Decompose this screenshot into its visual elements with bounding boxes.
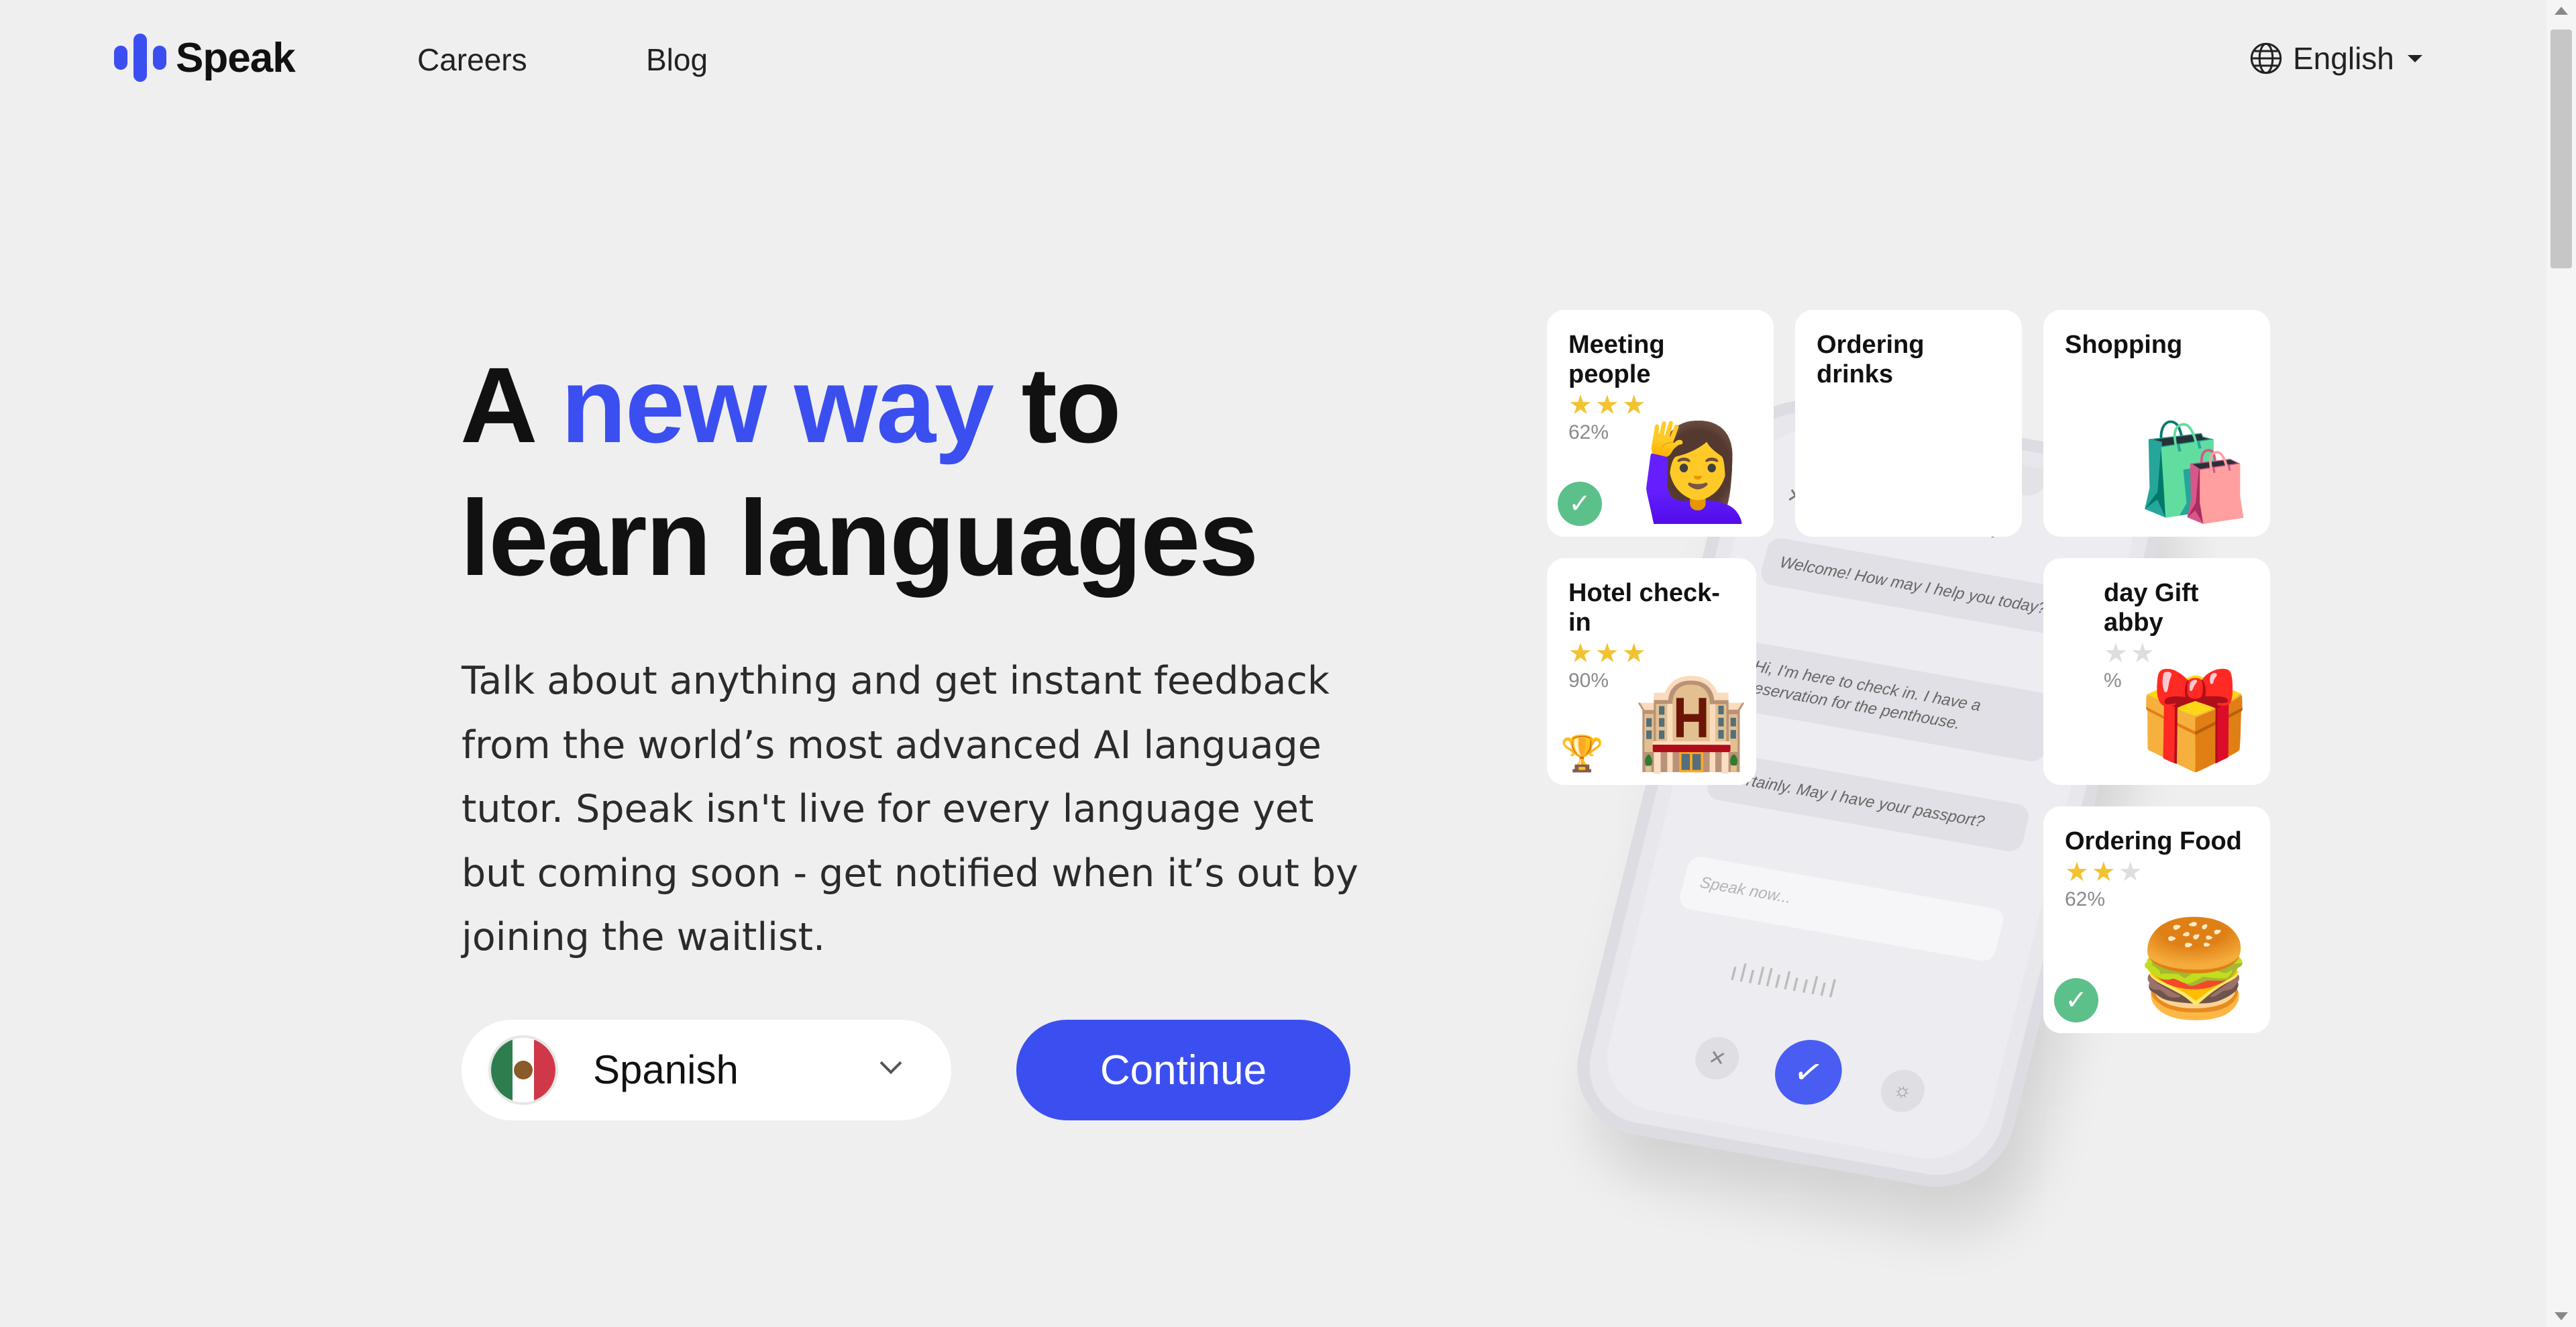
star-rating: ★ ★ ★ [1568, 390, 1646, 420]
waveform-icon: ılıllılıılıl [1727, 957, 1841, 1004]
hint-bulb-icon: ☼ [1876, 1066, 1929, 1116]
lesson-card-title: Hotel check-in [1568, 579, 1720, 637]
chevron-down-icon [879, 1061, 902, 1075]
lesson-card-title: Ordering Food [2065, 827, 2242, 855]
hotel-icon: 🏨 [1632, 668, 1750, 773]
scroll-up-icon[interactable] [2555, 7, 2568, 15]
lesson-card: Ordering drinks [1795, 310, 2022, 537]
nav-link-careers[interactable]: Careers [417, 42, 527, 78]
chat-bubble: Welcome! How may I help you today? [1758, 536, 2086, 639]
lesson-card: Ordering Food ★ ★ ★ 62% ✓ 🍔 [2043, 806, 2270, 1033]
burger-icon: 🍔 [2135, 916, 2253, 1021]
lesson-card-title: Shopping [2065, 331, 2183, 359]
lesson-card: Meeting people ★ ★ ★ 62% ✓ 🙋‍♀️ [1547, 310, 1774, 537]
gift-icon: 🎁 [2135, 668, 2253, 773]
hero-title: A new way to learn languages [460, 339, 1258, 604]
chat-bubble: Hi, I'm here to check in. I have a reser… [1727, 640, 2059, 764]
continue-button[interactable]: Continue [1016, 1020, 1350, 1120]
nav-link-blog[interactable]: Blog [646, 42, 708, 78]
hero-title-line2: learn languages [460, 478, 1258, 598]
waving-person-icon: 🙋‍♀️ [1639, 419, 1756, 525]
hero-title-accent: new way [561, 345, 994, 465]
language-select[interactable]: Spanish [462, 1020, 951, 1120]
check-icon: ✓ [1558, 482, 1602, 526]
lesson-card-title: day Gift abby [2104, 579, 2199, 637]
scrollbar-thumb[interactable] [2551, 30, 2572, 268]
phone-check-button: ✓ [1768, 1034, 1849, 1110]
language-switcher-label: English [2293, 41, 2394, 76]
phone-close-button: ✕ [1690, 1033, 1744, 1083]
logo[interactable]: Speak [114, 34, 296, 82]
caret-down-icon [2407, 54, 2422, 62]
language-switcher[interactable]: English [2249, 40, 2422, 76]
scroll-down-icon[interactable] [2555, 1312, 2568, 1320]
hero-description: Talk about anything and get instant feed… [462, 659, 1358, 959]
trophy-icon: 🏆 [1560, 735, 1604, 774]
lesson-card-percent: 62% [2065, 888, 2106, 910]
lesson-card: Shopping 🛍️ [2043, 310, 2270, 537]
lesson-card-title: Ordering drinks [1817, 331, 1925, 388]
language-select-value: Spanish [593, 1047, 739, 1092]
logo-text: Speak [176, 34, 296, 81]
speak-input: Speak now... [1677, 855, 2006, 963]
logo-mark-icon [114, 34, 166, 82]
star-rating: ★ ★ [2104, 639, 2155, 668]
shopping-bags-icon: 🛍️ [2135, 419, 2253, 525]
hero-title-prefix: A [460, 345, 561, 465]
star-rating: ★ ★ ★ [1568, 639, 1646, 668]
page-scrollbar[interactable] [2546, 0, 2576, 1327]
globe-icon [2250, 42, 2282, 74]
star-rating: ★ ★ ★ [2065, 857, 2143, 887]
lesson-card: day Gift abby ★ ★ % 🎁 [2043, 558, 2270, 785]
hero-title-mid: to [993, 345, 1122, 465]
check-icon: ✓ [2054, 978, 2098, 1022]
lesson-card-title: Meeting people [1568, 331, 1665, 388]
lesson-card: Hotel check-in ★ ★ ★ 90% 🏆 🏨 [1547, 558, 1756, 785]
mexico-flag-icon [488, 1035, 558, 1105]
